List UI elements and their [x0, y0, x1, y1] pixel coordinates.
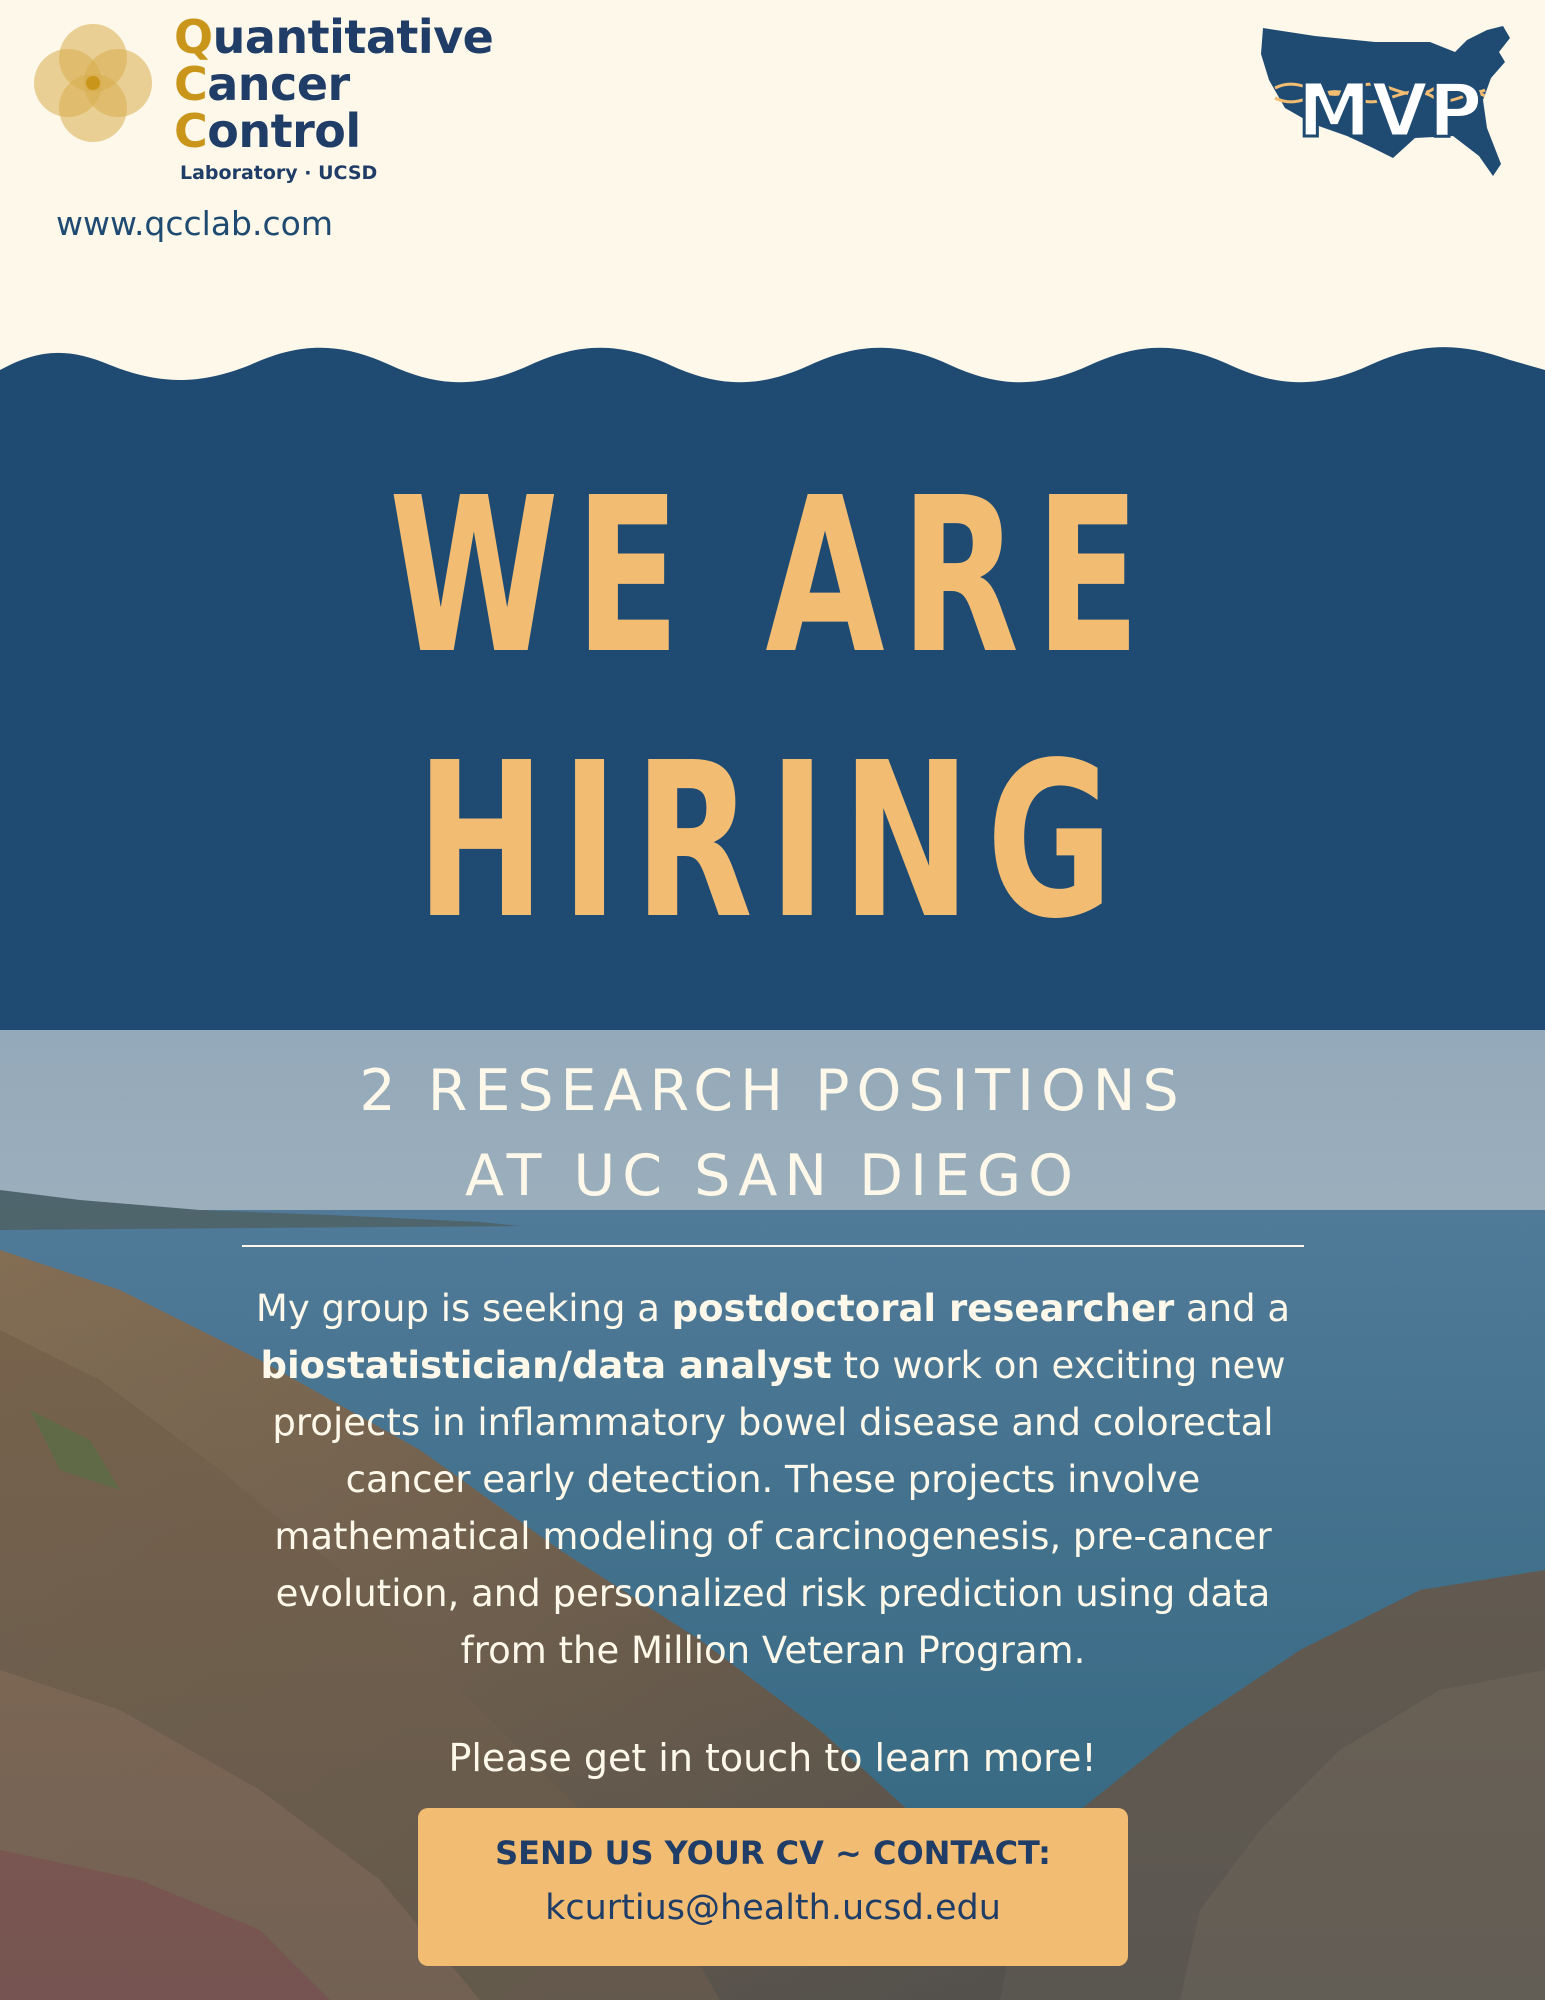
role-postdoc: postdoctoral researcher	[671, 1287, 1175, 1330]
headline-line-2: HIRING	[416, 717, 1129, 966]
headline-line-1: WE ARE	[388, 452, 1157, 701]
contact-email-link[interactable]: kcurtius@health.ucsd.edu	[418, 1888, 1128, 1928]
website-link[interactable]: www.qcclab.com	[56, 204, 333, 243]
contact-box[interactable]: SEND US YOUR CV ~ CONTACT: kcurtius@heal…	[418, 1808, 1128, 1966]
lab-name-line: Quantitative	[174, 10, 494, 64]
role-biostatistician: biostatistician/data analyst	[260, 1344, 832, 1387]
position-description: My group is seeking a postdoctoral resea…	[255, 1287, 1291, 1672]
mvp-logo-icon: MVP	[1261, 26, 1510, 176]
wave-divider	[0, 347, 1545, 410]
lab-subtitle: Laboratory · UCSD	[180, 162, 378, 184]
divider-line	[242, 1245, 1304, 1247]
send-cv-label: SEND US YOUR CV ~ CONTACT:	[495, 1834, 1051, 1872]
mvp-logo-text: MVP	[1297, 68, 1482, 154]
lab-name: Quantitative Cancer Control	[174, 10, 494, 158]
contact-invitation: Please get in touch to learn more!	[448, 1736, 1097, 1780]
lab-name-line: Cancer	[174, 57, 350, 111]
lab-name-line: Control	[174, 104, 361, 158]
qcc-logo-icon	[34, 24, 152, 142]
positions-heading-line-2: AT UC SAN DIEGO	[465, 1143, 1080, 1209]
positions-heading-line-1: 2 RESEARCH POSITIONS	[359, 1058, 1186, 1124]
